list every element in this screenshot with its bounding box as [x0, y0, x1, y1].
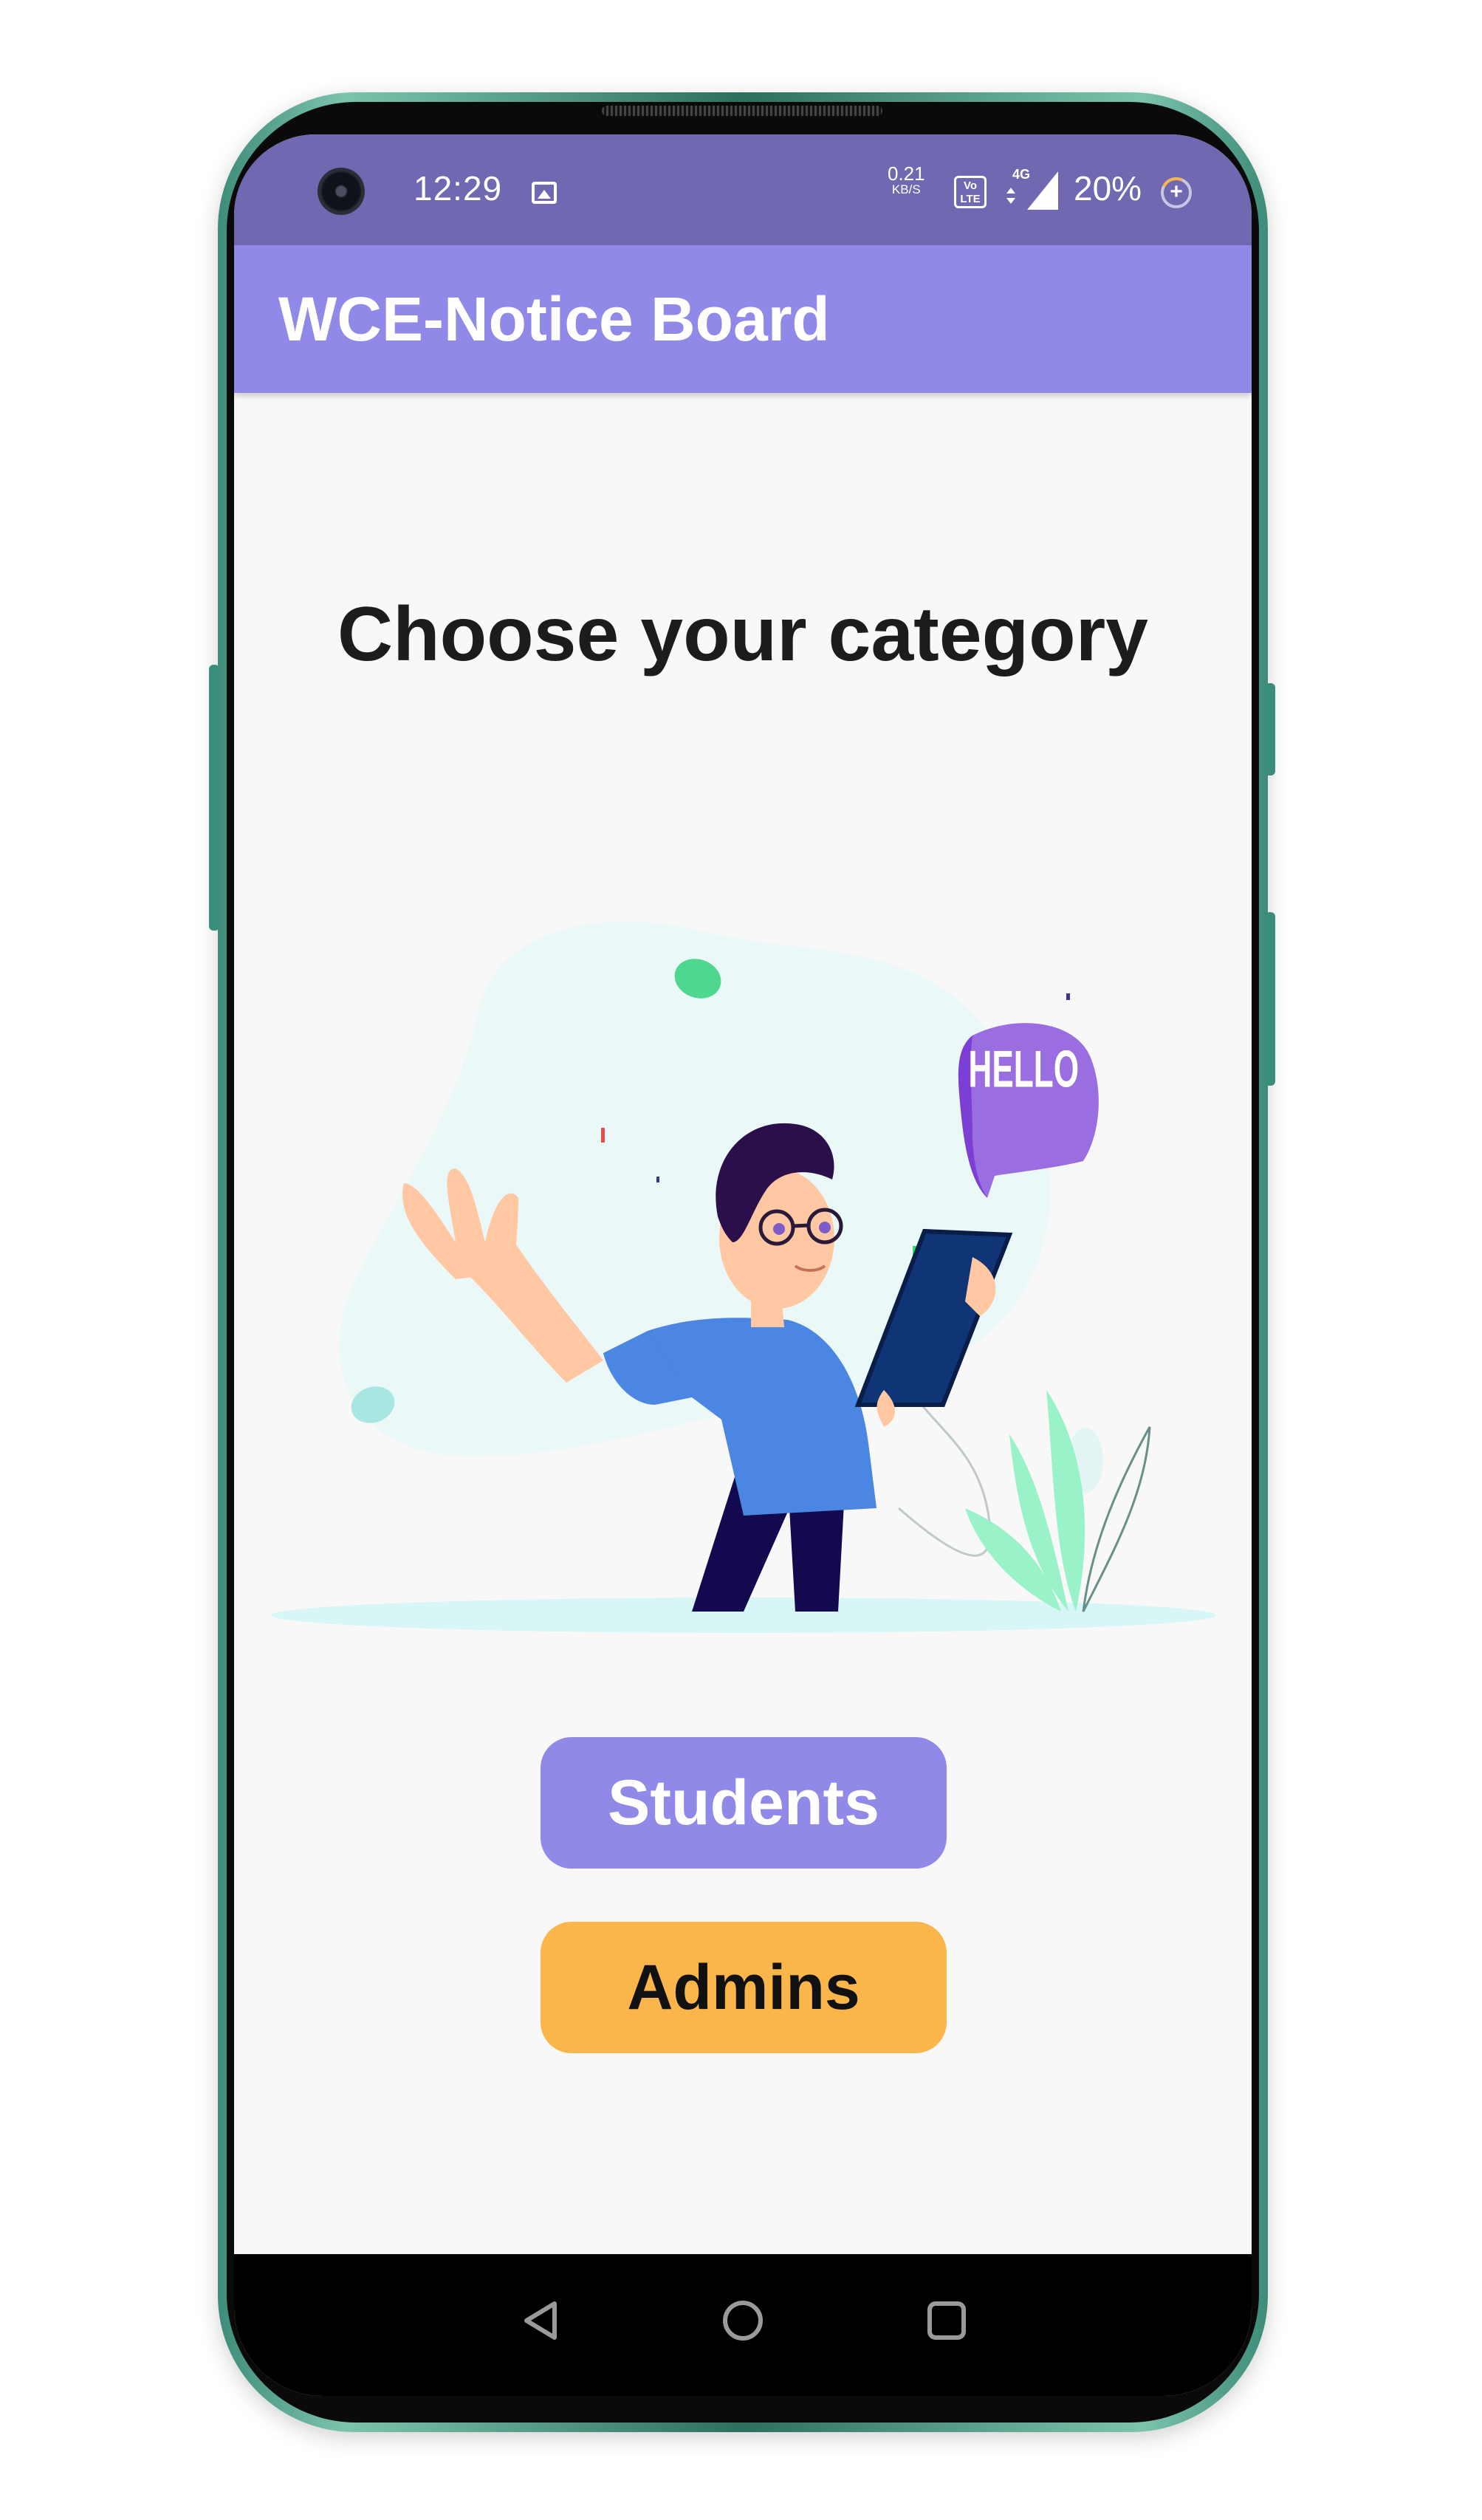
- back-icon[interactable]: [515, 2295, 566, 2346]
- signal-icon: 4G: [1006, 167, 1058, 210]
- welcome-illustration: HELLO: [271, 921, 1216, 1633]
- status-bar: 12:29 0.21 KB/S Vo LTE 4G 20% +: [234, 134, 1252, 245]
- phone-side-button: [1265, 683, 1275, 775]
- app-title: WCE-Notice Board: [278, 284, 830, 354]
- signal-label: 4G: [1012, 167, 1030, 182]
- camera-icon: [318, 168, 365, 215]
- battery-icon: +: [1161, 177, 1192, 208]
- network-speed: 0.21 KB/S: [888, 162, 925, 198]
- phone-side-button: [209, 665, 219, 931]
- image-notification-icon: [532, 182, 557, 204]
- recents-icon[interactable]: [921, 2295, 972, 2346]
- home-icon[interactable]: [717, 2295, 769, 2346]
- students-button[interactable]: Students: [541, 1737, 947, 1869]
- battery-percent: 20%: [1074, 169, 1142, 208]
- network-speed-value: 0.21: [888, 162, 925, 185]
- status-time: 12:29: [414, 169, 503, 208]
- page-title: Choose your category: [337, 592, 1149, 677]
- navigation-bar: [234, 2254, 1252, 2396]
- phone-screen: 12:29 0.21 KB/S Vo LTE 4G 20% + WCE-Noti…: [234, 134, 1252, 2396]
- network-speed-unit: KB/S: [891, 182, 921, 196]
- speech-bubble-text: HELLO: [968, 1041, 1079, 1098]
- phone-side-button: [1265, 912, 1275, 1086]
- volte-icon: Vo LTE: [954, 176, 987, 208]
- earpiece-speaker: [602, 106, 882, 116]
- admins-button[interactable]: Admins: [541, 1922, 947, 2053]
- app-bar: WCE-Notice Board: [234, 245, 1252, 393]
